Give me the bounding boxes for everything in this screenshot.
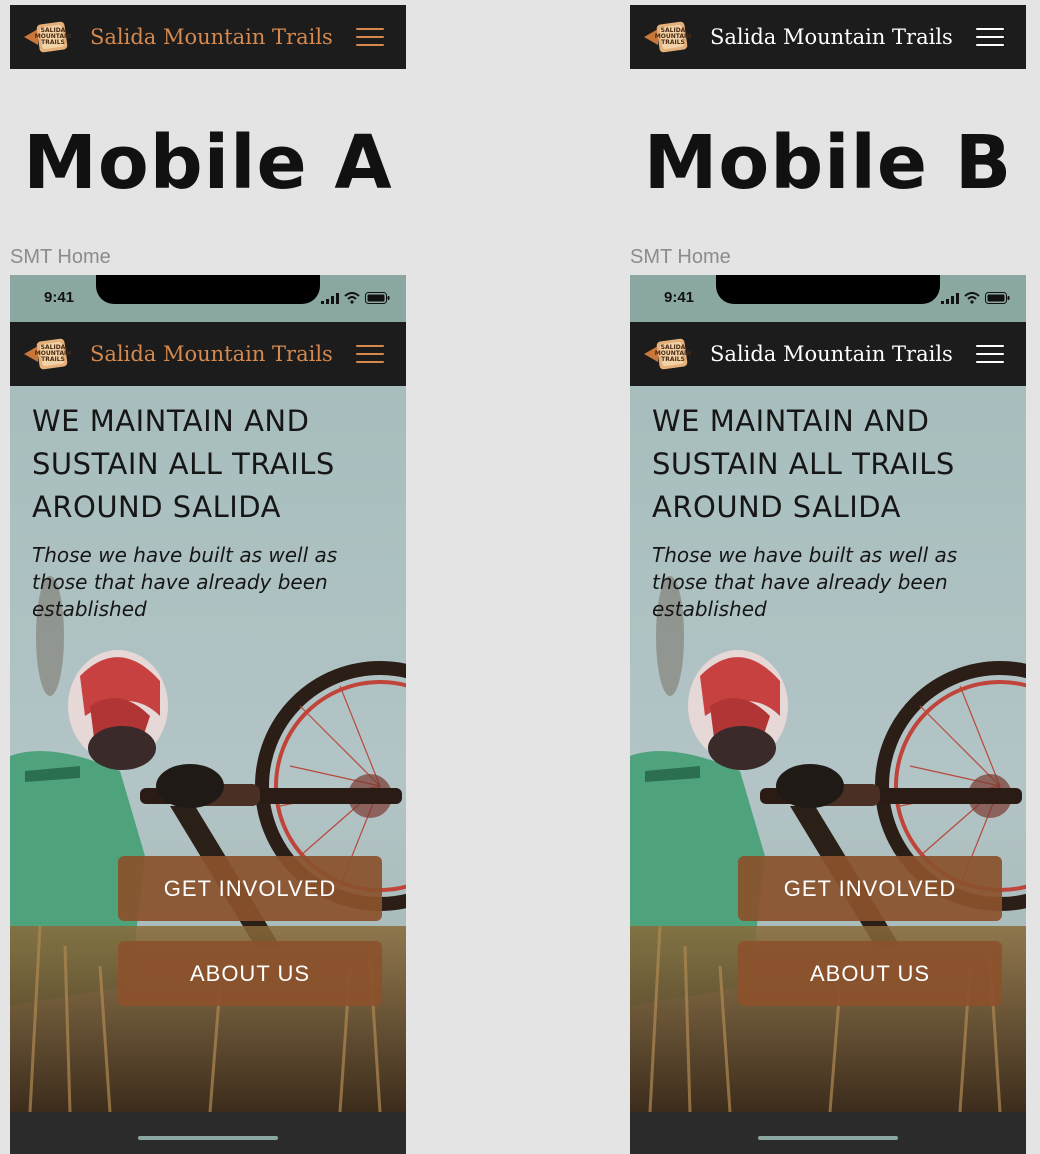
hero-section: WE MAINTAIN AND SUSTAIN ALL TRAILS AROUN…: [10, 386, 406, 1112]
navbar-preview: SALIDA MOUNTAIN TRAILS Salida Mountain T…: [630, 5, 1026, 69]
brand-title[interactable]: Salida Mountain Trails: [710, 342, 976, 366]
logo-text-line: TRAILS: [41, 356, 65, 363]
logo-icon[interactable]: SALIDA MOUNTAIN TRAILS: [642, 12, 694, 62]
navbar: SALIDA MOUNTAIN TRAILS Salida Mountain T…: [630, 322, 1026, 386]
navbar: SALIDA MOUNTAIN TRAILS Salida Mountain T…: [10, 322, 406, 386]
hamburger-menu-icon[interactable]: [356, 28, 384, 46]
get-involved-button[interactable]: GET INVOLVED: [118, 856, 382, 921]
signal-icon: [321, 292, 339, 304]
frame-label: SMT Home: [630, 246, 731, 268]
signal-icon: [941, 292, 959, 304]
hero-title: WE MAINTAIN AND SUSTAIN ALL TRAILS AROUN…: [652, 404, 955, 524]
variant-title: Mobile B: [643, 120, 1013, 206]
logo-text-line: TRAILS: [661, 39, 685, 46]
home-indicator[interactable]: [758, 1136, 898, 1140]
status-time: 9:41: [44, 289, 75, 306]
frame-label: SMT Home: [10, 246, 111, 268]
logo-icon[interactable]: SALIDA MOUNTAIN TRAILS: [22, 12, 74, 62]
variant-b: SALIDA MOUNTAIN TRAILS Salida Mountain T…: [630, 0, 1026, 1154]
home-indicator-area: [630, 1112, 1026, 1154]
logo-text-line: TRAILS: [661, 356, 685, 363]
phone-frame: 9:41 SALIDA MOUNTAIN TRAILS Salida Mount…: [630, 275, 1026, 1154]
phone-frame: 9:41 SALIDA MOUNTAIN TRAILS Salida Mount…: [10, 275, 406, 1154]
battery-icon: [365, 292, 390, 304]
navbar-preview: SALIDA MOUNTAIN TRAILS Salida Mountain T…: [10, 5, 406, 69]
about-us-button[interactable]: ABOUT US: [118, 941, 382, 1006]
hamburger-menu-icon[interactable]: [976, 28, 1004, 46]
home-indicator-area: [10, 1112, 406, 1154]
variant-a: SALIDA MOUNTAIN TRAILS Salida Mountain T…: [10, 0, 406, 1154]
logo-icon[interactable]: SALIDA MOUNTAIN TRAILS: [642, 329, 694, 379]
brand-title[interactable]: Salida Mountain Trails: [90, 342, 356, 366]
wifi-icon: [964, 292, 980, 304]
hero-section: WE MAINTAIN AND SUSTAIN ALL TRAILS AROUN…: [630, 386, 1026, 1112]
logo-icon[interactable]: SALIDA MOUNTAIN TRAILS: [22, 329, 74, 379]
hamburger-menu-icon[interactable]: [356, 345, 384, 363]
notch: [716, 275, 940, 304]
get-involved-button[interactable]: GET INVOLVED: [738, 856, 1002, 921]
battery-icon: [985, 292, 1010, 304]
logo-text-line: TRAILS: [41, 39, 65, 46]
hero-subtitle: Those we have built as well as those tha…: [32, 543, 338, 621]
notch: [96, 275, 320, 304]
brand-title[interactable]: Salida Mountain Trails: [710, 25, 976, 49]
hamburger-menu-icon[interactable]: [976, 345, 1004, 363]
variant-title: Mobile A: [23, 120, 393, 206]
about-us-button[interactable]: ABOUT US: [738, 941, 1002, 1006]
wifi-icon: [344, 292, 360, 304]
hero-subtitle: Those we have built as well as those tha…: [652, 543, 958, 621]
status-bar: 9:41: [10, 275, 406, 322]
status-time: 9:41: [664, 289, 695, 306]
hero-title: WE MAINTAIN AND SUSTAIN ALL TRAILS AROUN…: [32, 404, 335, 524]
home-indicator[interactable]: [138, 1136, 278, 1140]
brand-title[interactable]: Salida Mountain Trails: [90, 25, 356, 49]
status-bar: 9:41: [630, 275, 1026, 322]
